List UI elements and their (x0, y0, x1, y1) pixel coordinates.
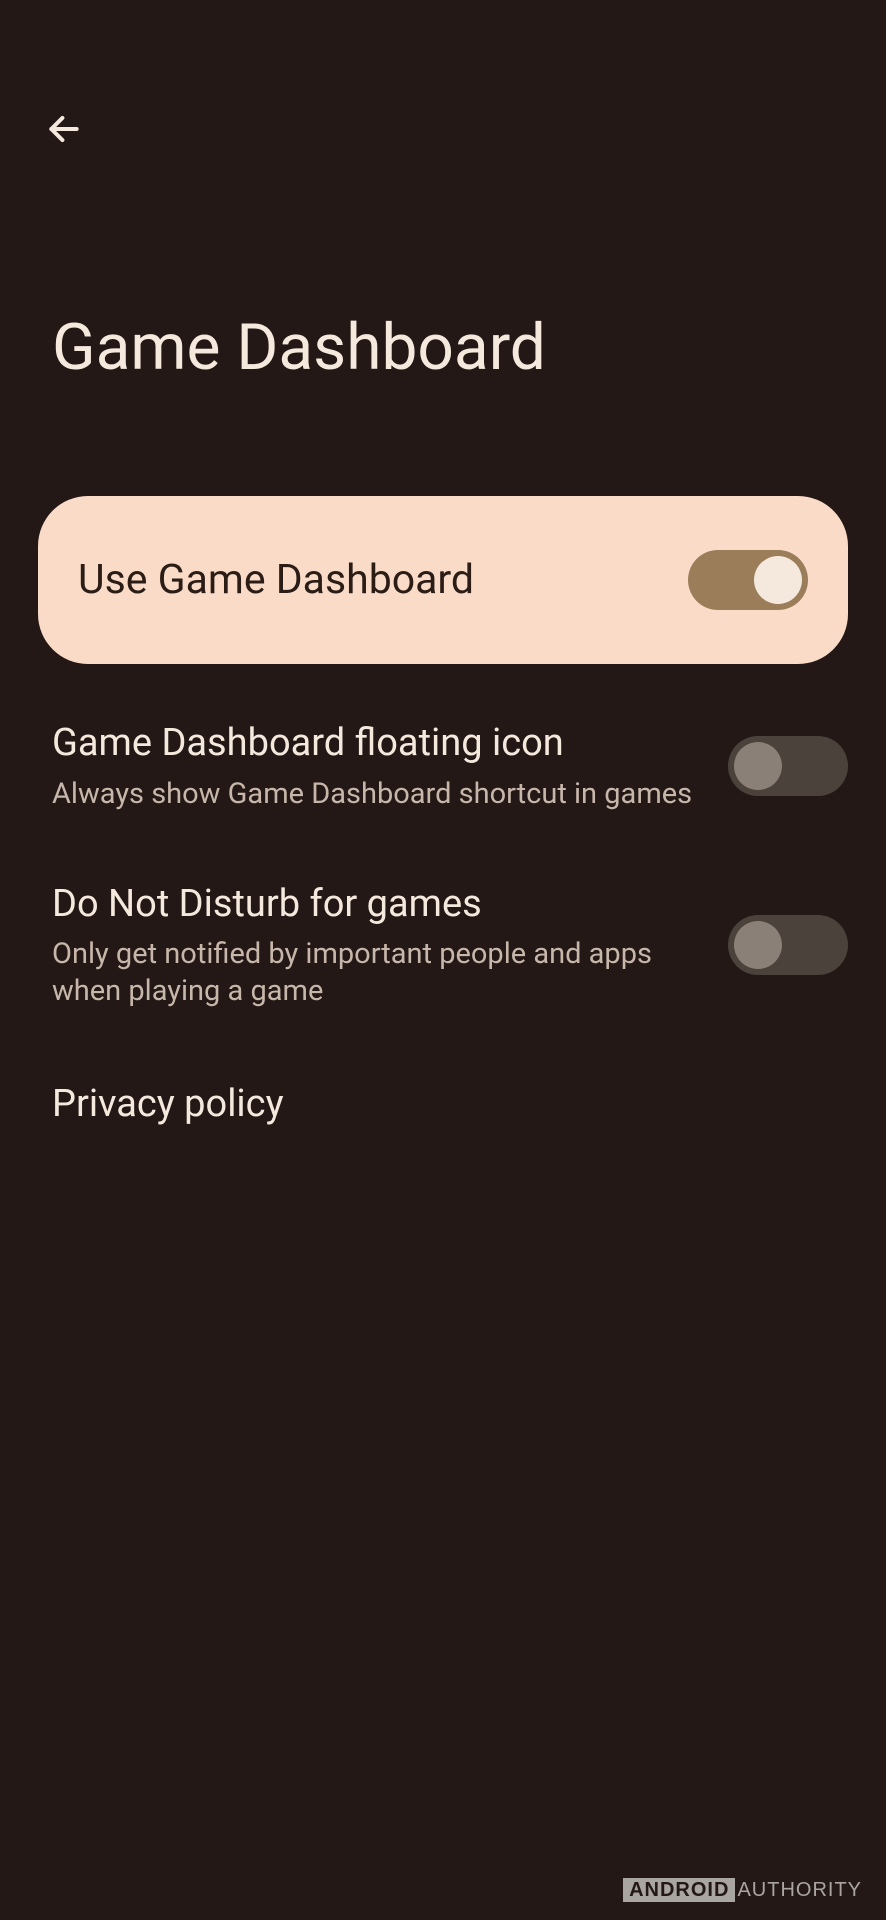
setting-title: Game Dashboard floating icon (52, 720, 698, 768)
setting-title: Do Not Disturb for games (52, 881, 698, 929)
dnd-toggle[interactable] (728, 915, 848, 975)
setting-text: Game Dashboard floating icon Always show… (52, 720, 728, 813)
setting-dnd-games[interactable]: Do Not Disturb for games Only get notifi… (52, 881, 848, 1011)
settings-list: Game Dashboard floating icon Always show… (52, 720, 848, 1126)
privacy-policy-link[interactable]: Privacy policy (52, 1078, 848, 1126)
back-button[interactable] (40, 105, 88, 153)
main-toggle-card[interactable]: Use Game Dashboard (38, 496, 848, 664)
floating-icon-toggle[interactable] (728, 736, 848, 796)
watermark-site: AUTHORITY (737, 1879, 862, 1901)
page-title: Game Dashboard (52, 310, 546, 385)
watermark: ANDROIDAUTHORITY (623, 1879, 862, 1902)
setting-floating-icon[interactable]: Game Dashboard floating icon Always show… (52, 720, 848, 813)
watermark-brand: ANDROID (623, 1878, 735, 1902)
setting-subtitle: Only get notified by important people an… (52, 936, 698, 1010)
setting-subtitle: Always show Game Dashboard shortcut in g… (52, 776, 698, 813)
main-toggle-label: Use Game Dashboard (78, 556, 474, 604)
arrow-left-icon (45, 110, 83, 148)
main-toggle-switch[interactable] (688, 550, 808, 610)
setting-text: Do Not Disturb for games Only get notifi… (52, 881, 728, 1011)
